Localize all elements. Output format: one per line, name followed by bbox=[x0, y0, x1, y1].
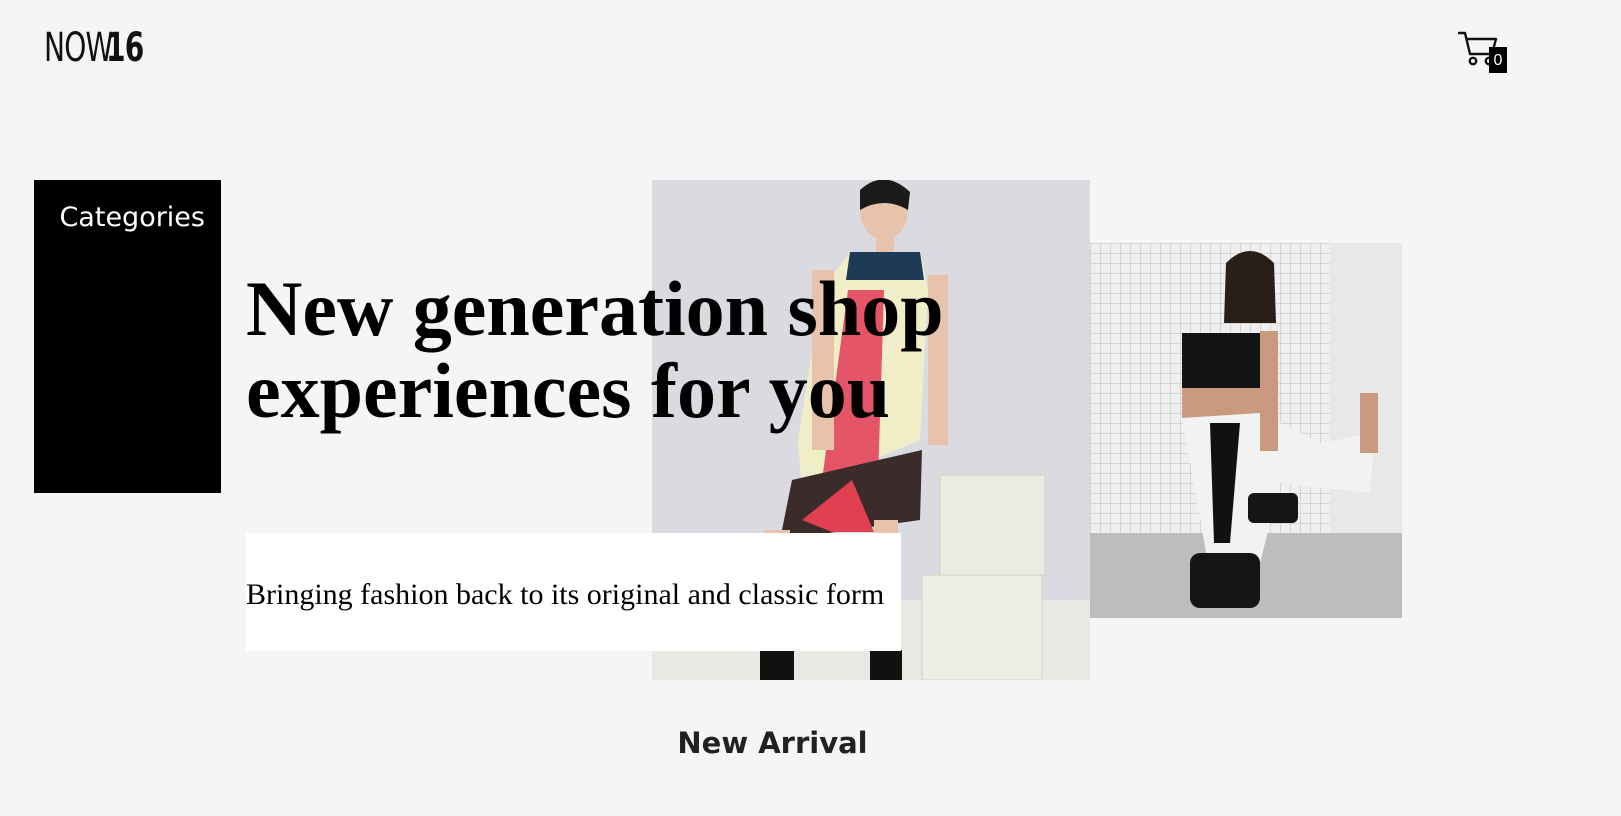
logo-bold-text: 16 bbox=[105, 25, 144, 71]
new-arrival-title: New Arrival bbox=[677, 726, 868, 760]
categories-label: Categories bbox=[59, 202, 205, 233]
hero-tagline: Bringing fashion back to its original an… bbox=[246, 578, 885, 611]
tagline-box: Bringing fashion back to its original an… bbox=[246, 533, 901, 651]
logo-light-text: NOW bbox=[44, 25, 113, 71]
cart-count-badge: 0 bbox=[1489, 47, 1507, 73]
model-photo-2 bbox=[1090, 243, 1402, 618]
categories-panel[interactable]: Categories bbox=[34, 180, 221, 493]
brand-logo[interactable]: NOW16 bbox=[44, 26, 154, 70]
hero-headline: New generation shop experiences for you bbox=[246, 265, 944, 434]
cart-button[interactable]: 0 bbox=[1458, 30, 1508, 74]
hero-model-image-2 bbox=[1090, 243, 1402, 618]
